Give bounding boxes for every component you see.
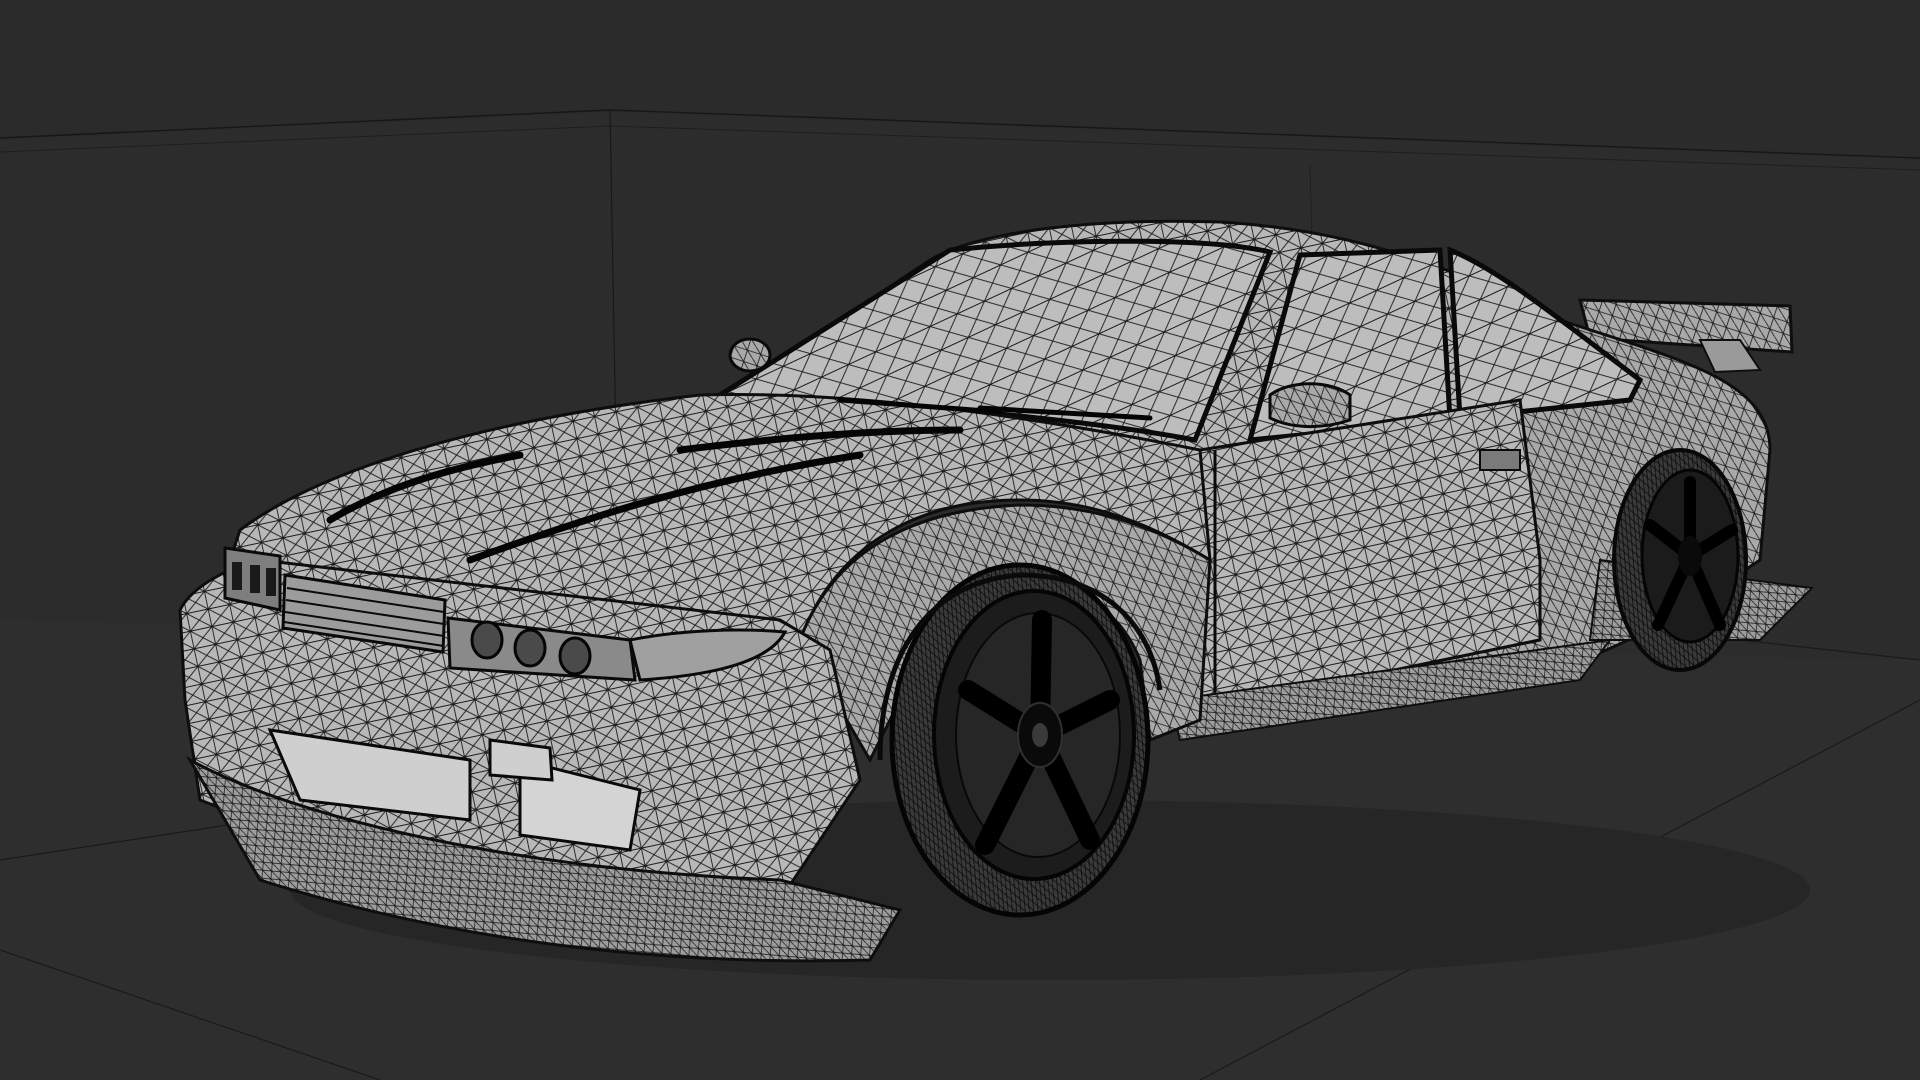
- viewport-canvas[interactable]: [0, 0, 1920, 1080]
- 3d-viewport[interactable]: [0, 0, 1920, 1080]
- fog-light: [488, 738, 554, 782]
- side-mirror-left[interactable]: [728, 337, 772, 373]
- headlight-left: [223, 546, 282, 612]
- door-handle[interactable]: [1479, 449, 1521, 471]
- rear-wheel[interactable]: [1612, 448, 1748, 672]
- front-wheel[interactable]: [889, 562, 1151, 918]
- side-mirror-right[interactable]: [1268, 382, 1352, 428]
